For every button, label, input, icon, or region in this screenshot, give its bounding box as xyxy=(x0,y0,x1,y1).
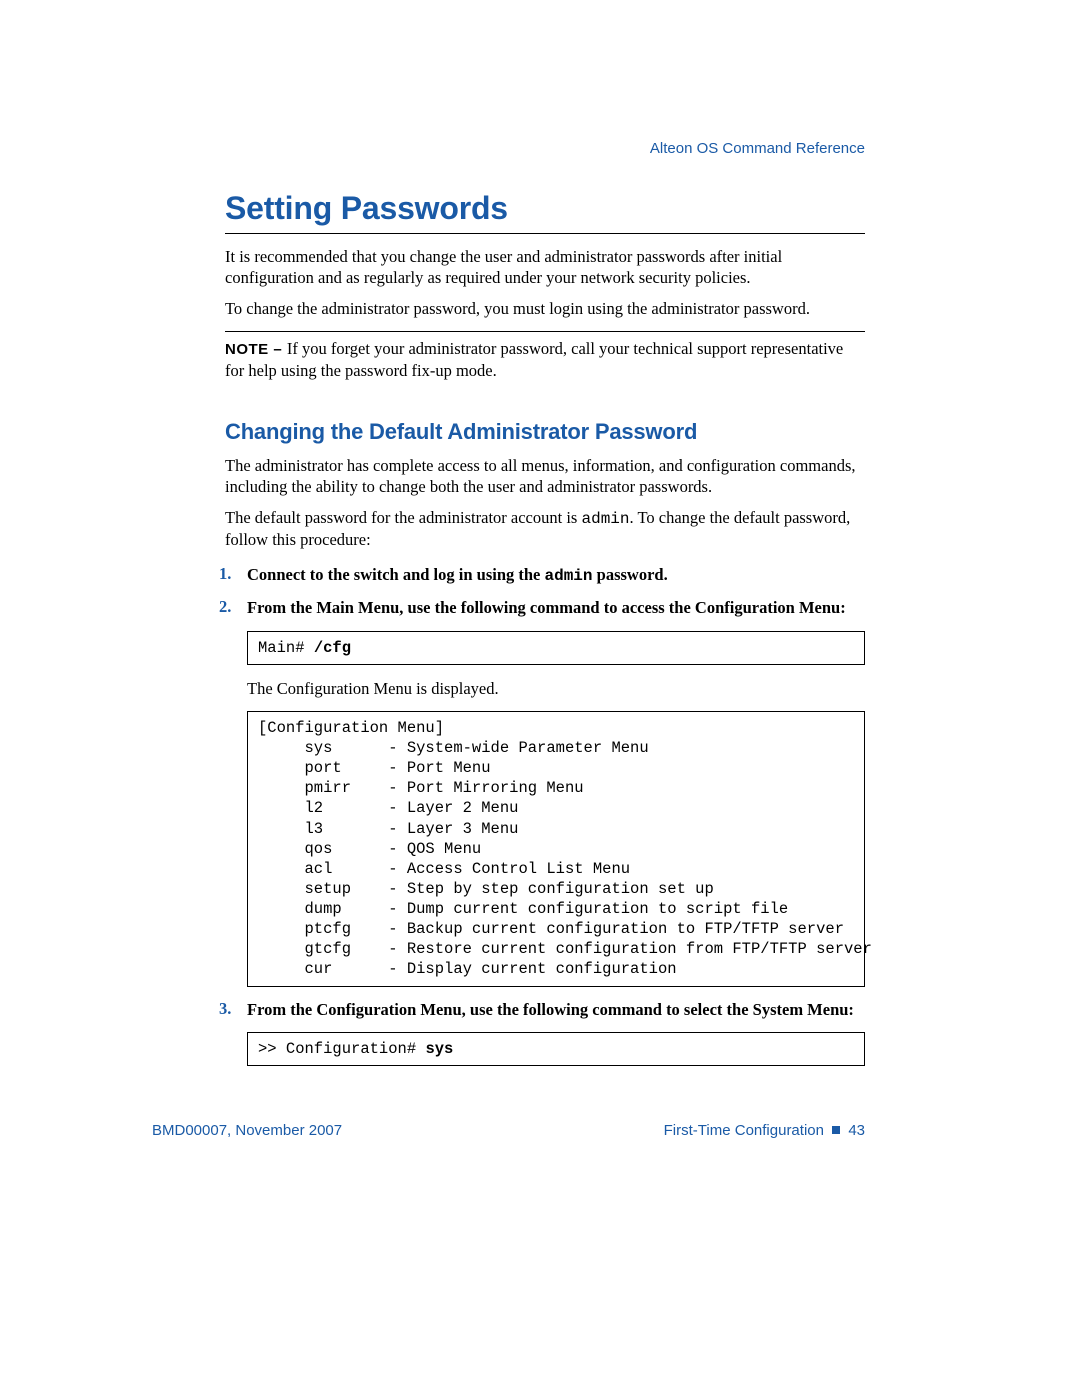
note-paragraph: NOTE – If you forget your administrator … xyxy=(225,338,865,380)
sub-p2-a: The default password for the administrat… xyxy=(225,508,581,527)
note-label: NOTE – xyxy=(225,341,287,358)
step-1-text: Connect to the switch and log in using t… xyxy=(247,564,865,587)
page-content: Setting Passwords It is recommended that… xyxy=(225,140,865,1066)
running-header: Alteon OS Command Reference xyxy=(650,140,865,157)
step-2-prompt: Main# xyxy=(258,639,314,657)
page: Alteon OS Command Reference Setting Pass… xyxy=(0,0,1080,1397)
step-1-b: password. xyxy=(593,565,668,584)
step-3-prompt: >> Configuration# xyxy=(258,1040,425,1058)
step-2: From the Main Menu, use the following co… xyxy=(225,597,865,986)
sub-paragraph-1: The administrator has complete access to… xyxy=(225,455,865,497)
step-1: Connect to the switch and log in using t… xyxy=(225,564,865,587)
step-2-text: From the Main Menu, use the following co… xyxy=(247,597,865,618)
intro-paragraph-1: It is recommended that you change the us… xyxy=(225,246,865,288)
footer-left: BMD00007, November 2007 xyxy=(152,1122,342,1139)
step-1-a: Connect to the switch and log in using t… xyxy=(247,565,545,584)
footer-square-icon xyxy=(832,1126,840,1134)
note-text: If you forget your administrator passwor… xyxy=(225,339,843,379)
step-2-codebox: Main# /cfg xyxy=(247,631,865,665)
step-3-cmd: sys xyxy=(425,1040,453,1058)
procedure-steps: Connect to the switch and log in using t… xyxy=(225,564,865,1066)
step-3-text: From the Configuration Menu, use the fol… xyxy=(247,999,865,1020)
step-2-cmd: /cfg xyxy=(314,639,351,657)
title-rule xyxy=(225,233,865,234)
subsection-title: Changing the Default Administrator Passw… xyxy=(225,419,865,445)
section-title: Setting Passwords xyxy=(225,190,865,227)
step-1-code: admin xyxy=(545,567,593,585)
footer-chapter: First-Time Configuration xyxy=(664,1122,824,1139)
step-3-codebox: >> Configuration# sys xyxy=(247,1032,865,1066)
sub-p2-code: admin xyxy=(581,510,629,528)
sub-paragraph-2: The default password for the administrat… xyxy=(225,507,865,551)
step-2-menu-codebox: [Configuration Menu] sys - System-wide P… xyxy=(247,711,865,987)
footer-right: First-Time Configuration 43 xyxy=(664,1122,865,1139)
intro-paragraph-2: To change the administrator password, yo… xyxy=(225,298,865,319)
step-3: From the Configuration Menu, use the fol… xyxy=(225,999,865,1067)
step-2-after: The Configuration Menu is displayed. xyxy=(247,679,865,699)
note-rule-top xyxy=(225,331,865,332)
footer-page-number: 43 xyxy=(848,1122,865,1139)
page-footer: BMD00007, November 2007 First-Time Confi… xyxy=(152,1122,865,1139)
